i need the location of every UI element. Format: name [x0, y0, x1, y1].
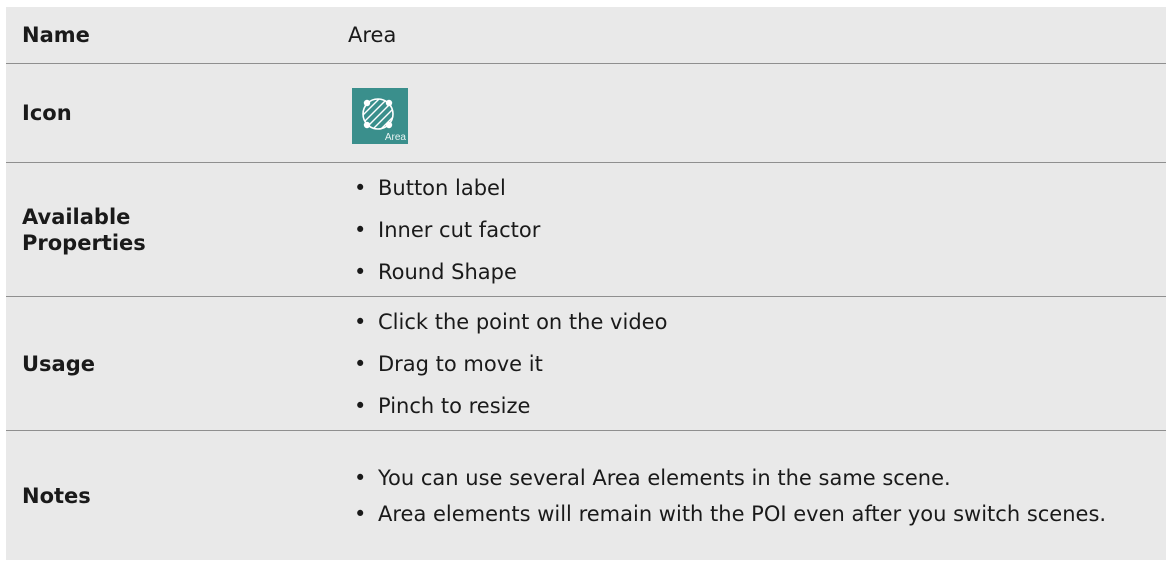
list-item: Inner cut factor: [348, 217, 1166, 243]
usage-label: Usage: [22, 351, 95, 376]
properties-label-line2: Properties: [22, 230, 146, 255]
icon-label: Icon: [22, 101, 72, 125]
usage-value: Click the point on the video Drag to mov…: [348, 309, 1166, 419]
list-item: You can use several Area elements in the…: [348, 465, 1166, 491]
usage-list: Click the point on the video Drag to mov…: [348, 309, 1166, 419]
usage-row: Usage Click the point on the video Drag …: [6, 297, 1166, 431]
notes-value: You can use several Area elements in the…: [348, 465, 1166, 527]
name-row: Name Area: [6, 7, 1166, 64]
list-item: Click the point on the video: [348, 309, 1166, 335]
list-item: Button label: [348, 175, 1166, 201]
properties-row: Available Properties Button label Inner …: [6, 163, 1166, 297]
area-icon: Area: [352, 88, 408, 144]
list-item: Round Shape: [348, 259, 1166, 285]
properties-label: Available Properties: [6, 204, 348, 256]
name-value: Area: [348, 23, 397, 47]
properties-list: Button label Inner cut factor Round Shap…: [348, 175, 1166, 285]
notes-row: Notes You can use several Area elements …: [6, 431, 1166, 560]
name-label: Name: [22, 23, 90, 47]
properties-value: Button label Inner cut factor Round Shap…: [348, 175, 1166, 285]
list-item: Drag to move it: [348, 351, 1166, 377]
icon-row: Icon Area: [6, 64, 1166, 163]
list-item: Area elements will remain with the POI e…: [348, 501, 1166, 527]
definition-table: Name Area Icon Area Available Properties…: [6, 7, 1166, 560]
notes-list: You can use several Area elements in the…: [348, 465, 1166, 527]
area-icon-caption: Area: [384, 132, 406, 143]
properties-label-line1: Available: [22, 204, 131, 229]
icon-value: Area: [348, 82, 1166, 144]
notes-label: Notes: [22, 483, 91, 508]
list-item: Pinch to resize: [348, 393, 1166, 419]
